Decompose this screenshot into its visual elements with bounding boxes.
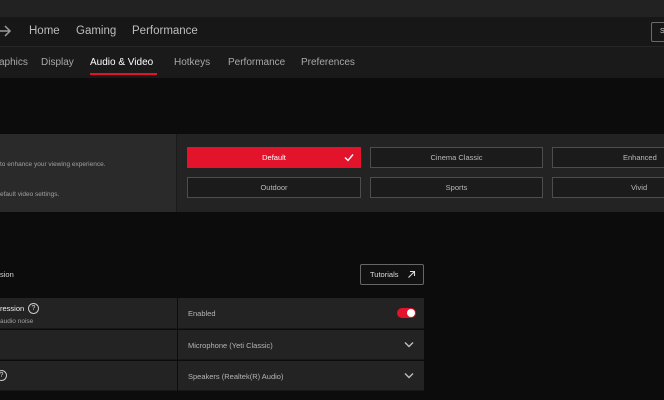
profile-enhanced-button[interactable]: Enhanced — [552, 147, 664, 168]
profile-vivid-button[interactable]: Vivid — [552, 177, 664, 198]
toggle-knob — [407, 309, 415, 317]
noise-suppression-value: Enabled — [188, 309, 216, 318]
active-tab-indicator — [90, 73, 157, 75]
tab-preferences[interactable]: Preferences — [301, 57, 355, 68]
microphone-row — [0, 330, 177, 360]
tab-graphics[interactable]: aphics — [0, 57, 28, 68]
question-circle-icon[interactable]: ? — [28, 303, 39, 314]
tutorials-button[interactable]: Tutorials — [360, 264, 424, 285]
video-description: to enhance your viewing experience. — [0, 161, 106, 168]
video-profile-description — [0, 134, 177, 212]
tab-audio-video[interactable]: Audio & Video — [90, 57, 153, 68]
tab-display[interactable]: Display — [41, 57, 74, 68]
tab-performance[interactable]: Performance — [228, 57, 285, 68]
title-bar — [0, 0, 664, 17]
microphone-value: Microphone (Yeti Classic) — [188, 341, 273, 350]
nav-gaming[interactable]: Gaming — [76, 25, 116, 37]
profile-default-button[interactable]: Default — [187, 147, 361, 168]
external-link-icon — [408, 270, 416, 278]
tab-hotkeys[interactable]: Hotkeys — [174, 57, 210, 68]
nav-performance[interactable]: Performance — [132, 25, 198, 37]
noise-suppression-title: ression — [0, 304, 25, 313]
profile-default-label: Default — [262, 153, 286, 162]
noise-suppression-toggle[interactable] — [397, 308, 416, 318]
arrow-right-icon[interactable] — [0, 22, 14, 40]
chevron-down-icon[interactable] — [404, 341, 414, 348]
video-default-note: efault video settings. — [0, 191, 60, 198]
tutorials-label: Tutorials — [370, 270, 399, 279]
noise-suppression-subtitle: audio noise — [0, 318, 34, 325]
audio-section-label: sion — [0, 270, 14, 279]
profile-sports-button[interactable]: Sports — [370, 177, 543, 198]
check-icon — [344, 154, 354, 162]
nav-home[interactable]: Home — [29, 25, 60, 37]
speakers-value: Speakers (Realtek(R) Audio) — [188, 372, 284, 381]
search-input[interactable]: Se — [651, 22, 664, 42]
speakers-row — [0, 361, 177, 391]
profile-cinema-classic-button[interactable]: Cinema Classic — [370, 147, 543, 168]
chevron-down-icon[interactable] — [404, 372, 414, 379]
profile-outdoor-button[interactable]: Outdoor — [187, 177, 361, 198]
